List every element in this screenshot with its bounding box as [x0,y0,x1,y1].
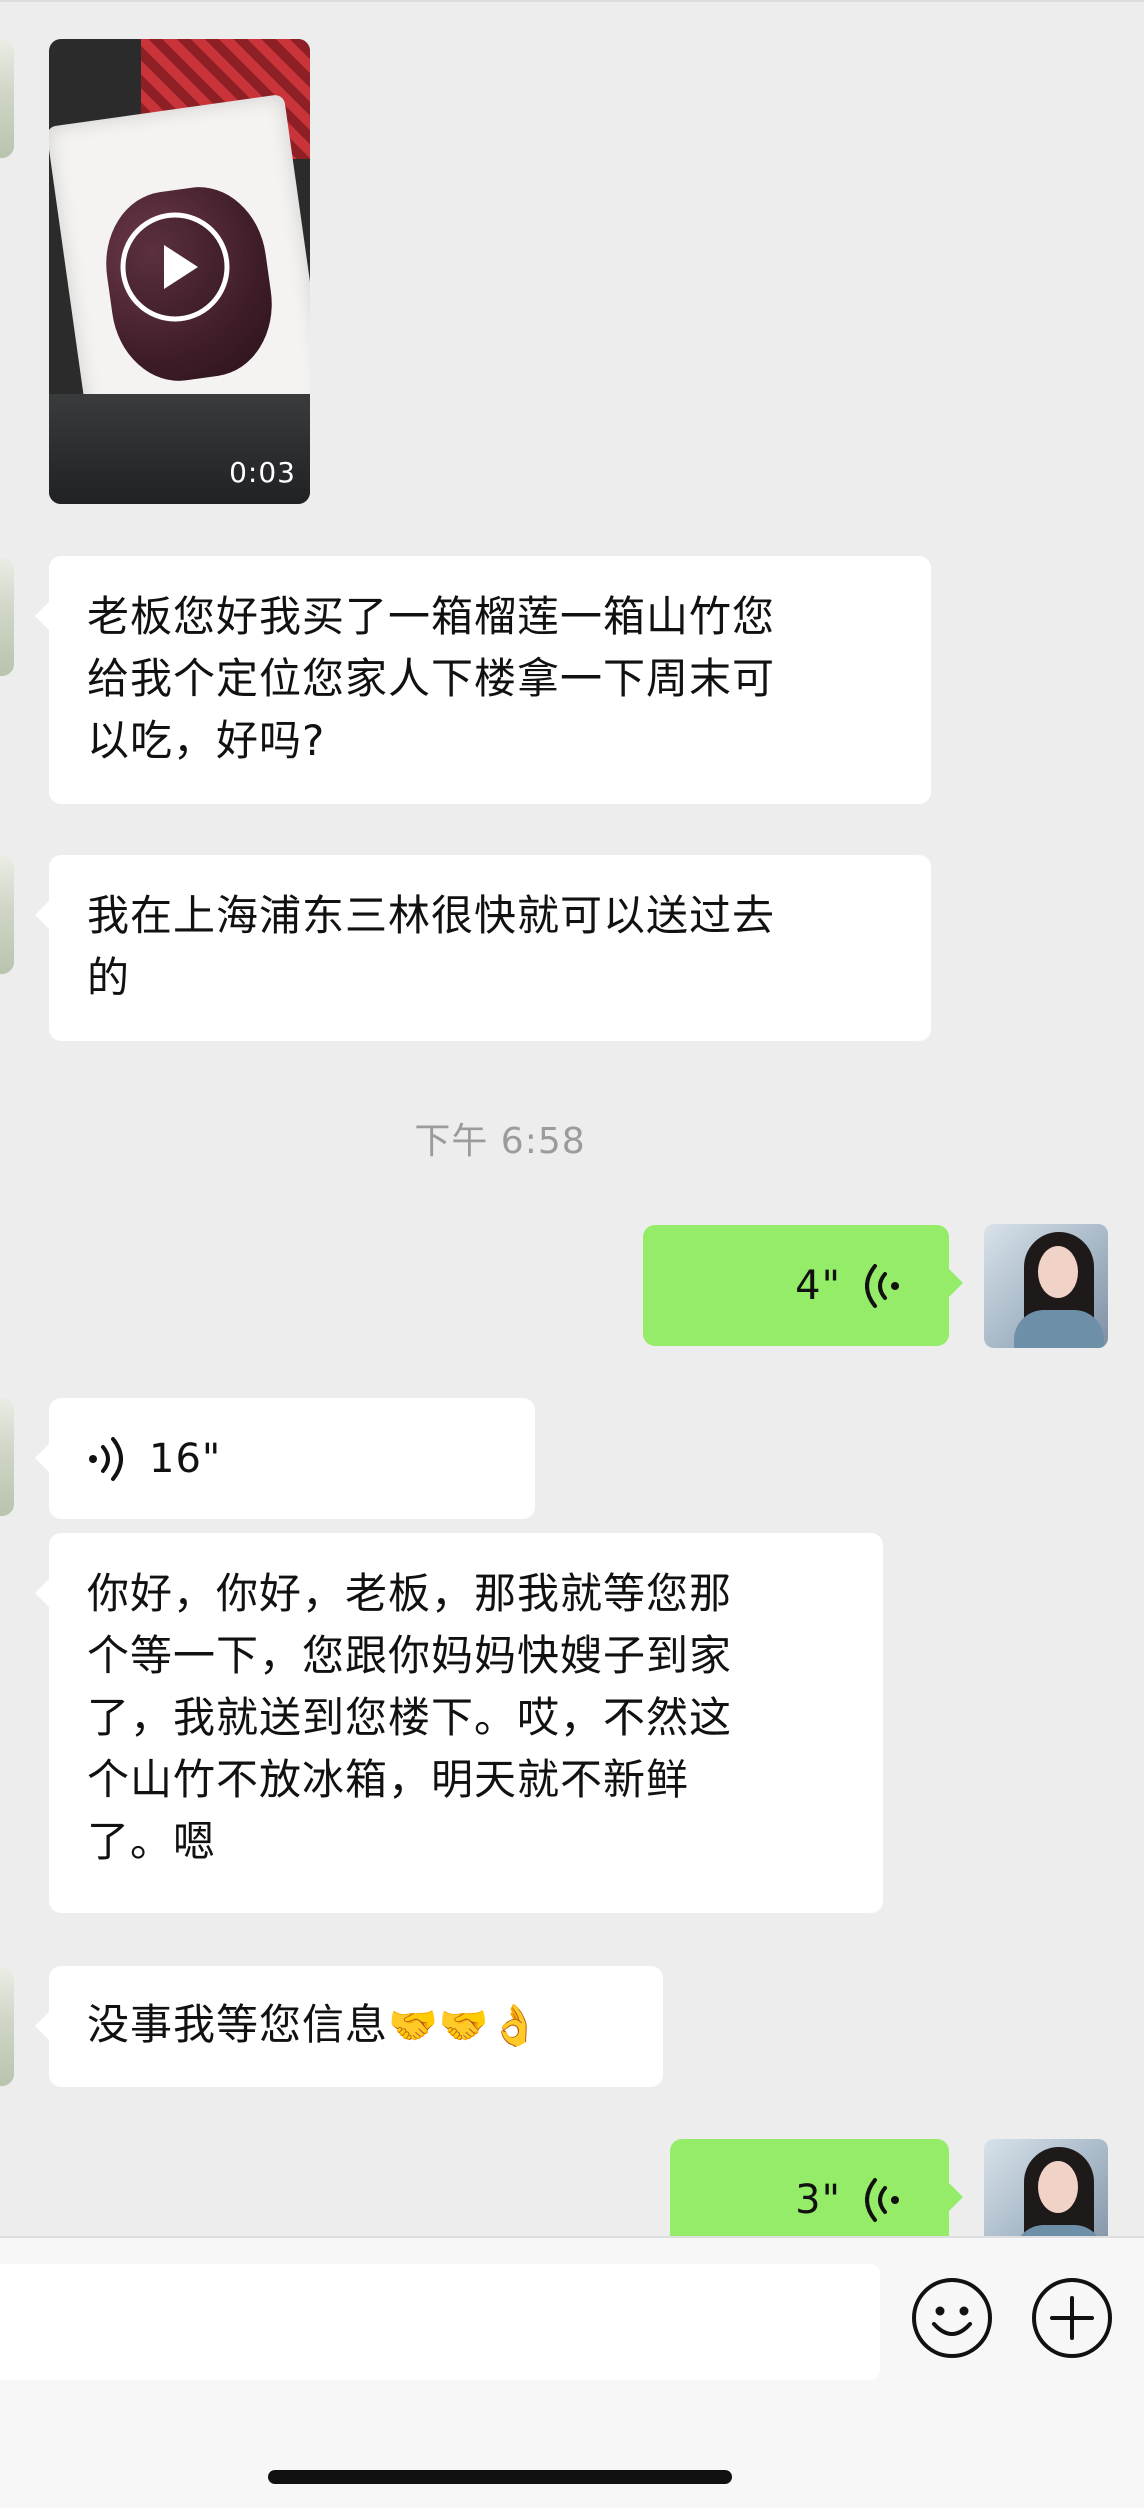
voice-message-outgoing[interactable]: 3" [670,2139,963,2236]
message-text: 没事我等您信息 [87,2000,389,2049]
voice-wave-icon [89,1436,123,1481]
avatar-face [1038,2161,1078,2213]
message-bubble[interactable]: 你好，你好，老板，那我就等您那 个等一下，您跟你妈妈快嫂子到家 了，我就送到您楼… [35,1533,883,1913]
input-bar [0,2236,1144,2508]
home-indicator[interactable] [268,2470,732,2484]
message-bubble[interactable]: 我在上海浦东三林很快就可以送过去 的 [35,855,931,1041]
avatar-face [1038,1246,1078,1298]
peer-avatar[interactable] [0,1398,14,1516]
peer-avatar[interactable] [0,856,14,974]
peer-avatar[interactable] [0,40,14,158]
divider [0,0,1144,2]
voice-message-outgoing[interactable]: 4" [643,1225,963,1346]
chat-area[interactable]: 0:03 老板您好我买了一箱榴莲一箱山竹您 给我个定位您家人下楼拿一下周末可 以… [0,0,1144,2236]
voice-duration: 3" [795,2176,841,2223]
plus-icon[interactable] [1030,2276,1114,2360]
voice-message-incoming[interactable]: 16" [35,1398,535,1519]
handshake-ok-emoji: 🤝🤝👌 [388,2003,541,2049]
voice-duration: 16" [149,1435,222,1482]
video-duration: 0:03 [229,456,296,489]
my-avatar[interactable] [984,1224,1108,1348]
voice-wave-icon [865,1263,899,1308]
message-text: 老板您好我买了一箱榴莲一箱山竹您 给我个定位您家人下楼拿一下周末可 以吃，好吗? [87,592,776,765]
peer-avatar[interactable] [0,558,14,676]
avatar-dress [1014,1310,1104,1348]
message-text: 你好，你好，老板，那我就等您那 个等一下，您跟你妈妈快嫂子到家 了，我就送到您楼… [87,1569,733,1866]
play-icon[interactable] [119,211,231,323]
message-input[interactable] [0,2264,880,2380]
emoji-icon[interactable] [910,2276,994,2360]
my-avatar[interactable] [984,2139,1108,2236]
message-text: 我在上海浦东三林很快就可以送过去 的 [87,891,776,1002]
timestamp: 下午 6:58 [414,1121,586,1162]
voice-wave-icon [865,2177,899,2222]
voice-duration: 4" [795,1262,841,1309]
message-bubble[interactable]: 没事我等您信息🤝🤝👌 [35,1966,663,2087]
message-bubble[interactable]: 老板您好我买了一箱榴莲一箱山竹您 给我个定位您家人下楼拿一下周末可 以吃，好吗? [35,556,931,804]
peer-avatar[interactable] [0,1968,14,2086]
video-message[interactable]: 0:03 [49,39,310,504]
